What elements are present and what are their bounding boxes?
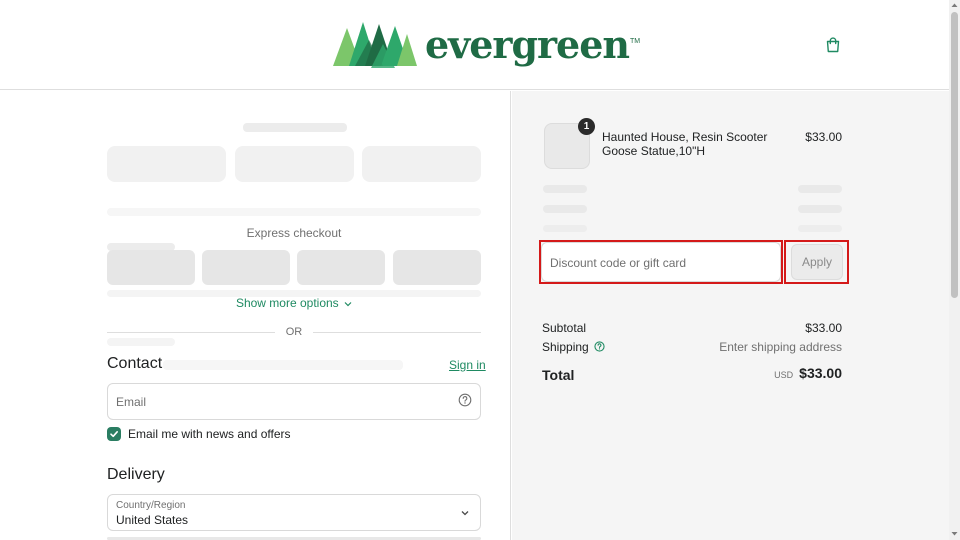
currency-code: USD	[774, 370, 794, 380]
shipping-label: Shipping	[542, 340, 589, 354]
total-row: Total USD $33.00	[542, 365, 842, 385]
show-more-label: Show more options	[235, 296, 339, 310]
email-placeholder: Email	[116, 395, 147, 409]
total-value: $33.00	[799, 365, 842, 381]
country-select[interactable]: Country/Region United States	[107, 494, 481, 531]
quantity-badge: 1	[578, 118, 595, 135]
show-more-options-link[interactable]: Show more options	[107, 296, 481, 310]
scroll-up-arrow-icon[interactable]	[951, 2, 958, 9]
loading-skeleton	[543, 225, 587, 232]
express-pay-button[interactable]	[107, 250, 195, 285]
country-label: Country/Region	[116, 500, 186, 511]
scroll-down-arrow-icon[interactable]	[951, 530, 958, 537]
sign-in-link[interactable]: Sign in	[449, 358, 486, 372]
product-name: Haunted House, Resin Scooter Goose Statu…	[602, 130, 768, 158]
total-label: Total	[542, 367, 575, 383]
email-field[interactable]: Email	[107, 383, 481, 420]
discount-code-input[interactable]: Discount code or gift card	[541, 242, 781, 282]
help-circle-icon[interactable]	[594, 341, 605, 352]
country-value: United States	[116, 513, 189, 527]
loading-skeleton	[543, 205, 587, 213]
newsletter-label: Email me with news and offers	[128, 427, 291, 441]
total-amount: USD $33.00	[774, 365, 842, 381]
loading-skeleton	[107, 146, 226, 182]
loading-skeleton	[543, 185, 587, 193]
subtotal-value: $33.00	[805, 321, 842, 335]
help-circle-icon[interactable]	[458, 393, 472, 407]
shipping-value: Enter shipping address	[719, 340, 842, 354]
scrollbar-thumb[interactable]	[951, 12, 958, 298]
product-price: $33.00	[805, 130, 842, 144]
newsletter-checkbox[interactable]	[107, 427, 121, 441]
loading-skeleton	[798, 225, 842, 232]
loading-skeleton	[243, 123, 347, 132]
subtotal-row: Subtotal $33.00	[542, 321, 842, 335]
or-divider: OR	[107, 325, 481, 339]
express-pay-button[interactable]	[393, 250, 481, 285]
chevron-down-icon	[461, 511, 469, 516]
loading-skeleton	[107, 338, 175, 346]
evergreen-trees-logo-icon	[333, 22, 417, 68]
express-pay-button[interactable]	[297, 250, 385, 285]
shipping-row: Shipping Enter shipping address	[542, 340, 842, 354]
page-scrollbar[interactable]	[949, 0, 960, 540]
discount-placeholder: Discount code or gift card	[550, 256, 687, 270]
chevron-down-icon	[344, 301, 352, 307]
loading-skeleton	[235, 146, 354, 182]
loading-skeleton	[107, 208, 481, 216]
trademark: TM	[630, 38, 641, 45]
subtotal-label: Subtotal	[542, 321, 587, 335]
brand-name: evergreen	[425, 22, 630, 67]
delivery-heading: Delivery	[107, 466, 165, 483]
newsletter-option[interactable]: Email me with news and offers	[107, 427, 291, 441]
express-pay-button[interactable]	[202, 250, 290, 285]
brand-logo[interactable]: evergreen TM	[333, 20, 640, 70]
contact-heading: Contact	[107, 355, 163, 372]
loading-skeleton	[163, 360, 403, 370]
check-icon	[110, 431, 118, 438]
loading-skeleton	[362, 146, 481, 182]
express-checkout-label: Express checkout	[246, 226, 342, 240]
header: evergreen TM	[0, 0, 949, 90]
loading-skeleton	[798, 185, 842, 193]
apply-discount-button[interactable]: Apply	[791, 244, 843, 280]
loading-skeleton	[798, 205, 842, 213]
divider-line	[313, 332, 481, 333]
shopping-bag-icon[interactable]	[824, 36, 842, 54]
